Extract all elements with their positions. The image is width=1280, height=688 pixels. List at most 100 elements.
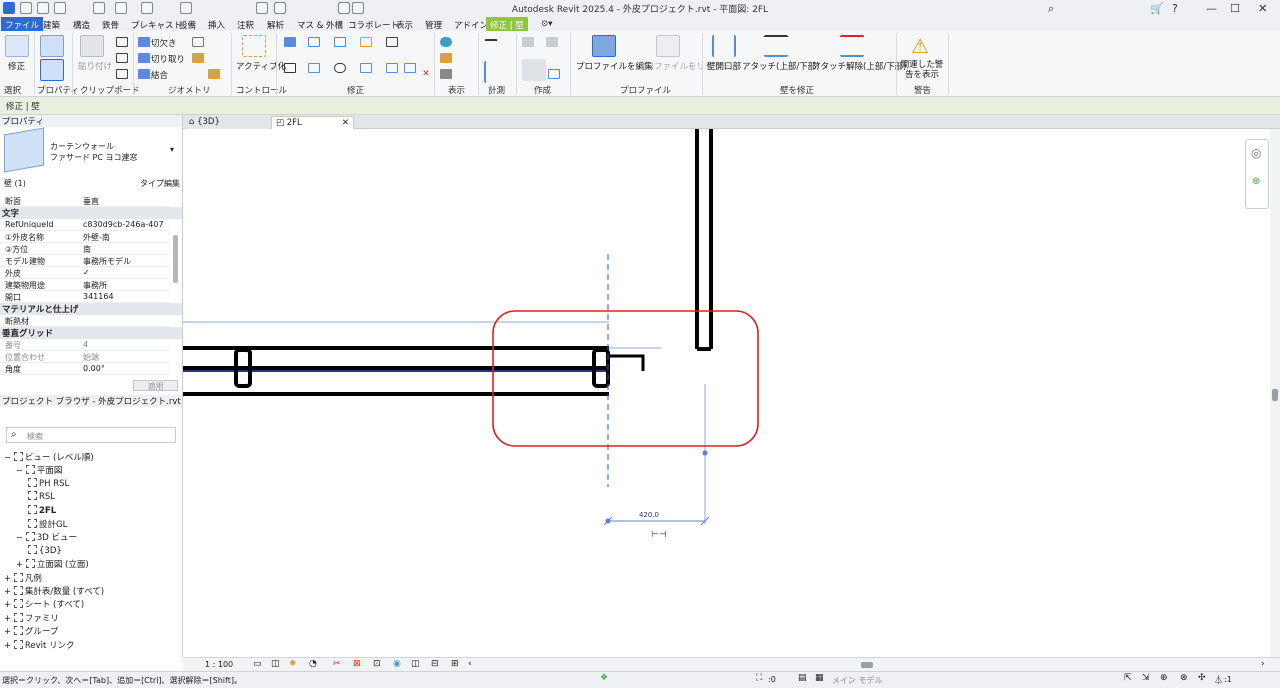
pin-icon[interactable]	[404, 63, 416, 73]
property-row[interactable]: モデル建物 事務所モデル	[0, 255, 170, 267]
expand-icon[interactable]: +	[16, 560, 26, 570]
browser-tree-item[interactable]: + ファミリ	[4, 612, 59, 624]
design-options-icon[interactable]: ▤	[798, 673, 807, 683]
mirror-axis-icon[interactable]	[334, 37, 346, 47]
browser-tree-item[interactable]: + 凡例	[4, 572, 42, 584]
show-warning-label[interactable]: 関連した警告を表示	[899, 60, 945, 80]
detach-label[interactable]: アタッチ解除(上部/下部)	[812, 60, 907, 72]
type-properties-icon[interactable]	[40, 59, 64, 81]
browser-tree-item[interactable]: 設計GL	[28, 518, 67, 530]
linework-icon[interactable]	[440, 69, 452, 79]
tab-3d-view[interactable]: ⌂ {3D}	[185, 116, 270, 129]
property-row[interactable]: 位置合わせ 始端	[0, 351, 170, 363]
property-value[interactable]: 4	[83, 340, 163, 349]
property-row[interactable]: 外皮 ✓	[0, 267, 170, 279]
demolish-icon[interactable]	[208, 69, 220, 79]
property-value[interactable]: 南	[83, 244, 163, 255]
corner-bracket[interactable]	[608, 354, 645, 371]
collapse-icon[interactable]: −	[4, 453, 14, 463]
minimize-button[interactable]: —	[1206, 2, 1217, 15]
detail-level-icon[interactable]: ▭	[253, 659, 262, 669]
detach-icon[interactable]	[840, 35, 864, 57]
cart-icon[interactable]: 🛒	[1150, 2, 1164, 15]
paste-label[interactable]: 貼り付け	[78, 60, 112, 72]
dimension-value[interactable]: 420.0	[639, 511, 659, 519]
wall-join-icon[interactable]	[192, 37, 204, 47]
close-tab-icon[interactable]: ✕	[342, 118, 349, 128]
browser-tree-item[interactable]: + Revit リンク	[4, 639, 75, 651]
apply-button[interactable]: 適用	[133, 380, 178, 391]
property-row[interactable]: 開口 341164	[0, 291, 170, 303]
property-value[interactable]: c830d9cb-246a-407a...	[83, 220, 163, 229]
override-icon[interactable]	[440, 53, 452, 63]
property-row[interactable]: 断熱材	[0, 315, 170, 327]
tab-annotate[interactable]: 注釈	[234, 18, 257, 32]
property-section-header[interactable]: マテリアルと仕上げ	[0, 303, 182, 315]
split-icon[interactable]	[138, 53, 150, 63]
property-row[interactable]: ①外皮名称 外壁-南	[0, 231, 170, 243]
property-value[interactable]: 外壁-南	[83, 232, 163, 243]
create-assembly-icon[interactable]	[522, 37, 534, 47]
activate-icon[interactable]	[242, 35, 266, 57]
property-value[interactable]: 事務所モデル	[83, 256, 163, 267]
scroll-thumb[interactable]	[1272, 389, 1278, 401]
browser-tree-item[interactable]: + 集計表/数量 (すべて)	[4, 585, 104, 597]
offset-icon[interactable]	[308, 37, 320, 47]
dimension-flip-icon[interactable]: ⊢⊣	[651, 530, 667, 540]
ribbon-options-icon[interactable]: ⊙▾	[538, 18, 555, 30]
browser-tree-item[interactable]: − 3D ビュー	[16, 531, 77, 543]
selection-icon[interactable]: ⛶	[756, 673, 762, 683]
select-underlay-icon[interactable]: ⇲	[1142, 673, 1150, 683]
crop-view-icon[interactable]: ✂	[333, 659, 341, 669]
rotate-icon[interactable]	[334, 63, 346, 73]
edit-type-button[interactable]: タイプ編集	[140, 178, 180, 189]
vertical-scrollbar[interactable]	[1270, 129, 1280, 657]
browser-tree-item[interactable]: {3D}	[28, 544, 62, 556]
properties-scrollbar[interactable]	[173, 235, 178, 283]
browser-tree-item[interactable]: + グループ	[4, 625, 58, 637]
property-row[interactable]: 断面 垂直	[0, 195, 170, 207]
property-row[interactable]: 角度 0.00°	[0, 363, 170, 375]
copy-element-icon[interactable]	[308, 63, 320, 73]
select-links-icon[interactable]: ⇱	[1124, 673, 1132, 683]
property-row[interactable]: ②方位 南	[0, 243, 170, 255]
collapse-icon[interactable]: −	[16, 466, 26, 476]
tab-systems[interactable]: 設備	[176, 18, 199, 32]
tab-view[interactable]: 表示	[393, 18, 416, 32]
activate-label[interactable]: アクティブ化	[236, 60, 286, 72]
browser-tree-item[interactable]: − 平面図	[16, 464, 62, 476]
tab-massing[interactable]: マス & 外構	[294, 18, 346, 32]
visual-style-icon[interactable]: ◫	[271, 659, 280, 669]
unlock-3d-icon[interactable]: ⊡	[373, 659, 381, 669]
expand-icon[interactable]: +	[4, 641, 14, 651]
expand-icon[interactable]: +	[4, 600, 14, 610]
property-value[interactable]: ✓	[83, 268, 163, 277]
collapse-icon[interactable]: −	[16, 533, 26, 543]
instance-count[interactable]: 壁 (1)	[4, 178, 26, 189]
horizontal-scroll-thumb[interactable]	[861, 662, 873, 668]
reset-profile-icon[interactable]	[656, 35, 680, 57]
property-value[interactable]: 0.00°	[83, 364, 163, 373]
zoom-icon[interactable]: ⊕	[1252, 176, 1260, 187]
tab-architecture[interactable]: 建築	[40, 18, 63, 32]
wall-opening-icon[interactable]	[712, 35, 736, 57]
split-label[interactable]: 切り取り	[151, 53, 185, 65]
cope-icon[interactable]	[138, 37, 150, 47]
create-parts-icon[interactable]	[546, 37, 558, 47]
attach-icon[interactable]	[764, 35, 788, 57]
property-row[interactable]: RefUniqueId c830d9cb-246a-407a...	[0, 219, 170, 231]
split-element-icon[interactable]	[386, 37, 398, 47]
property-section-header[interactable]: 垂直グリッド	[0, 327, 182, 339]
measure-distance-icon[interactable]	[485, 39, 497, 49]
steering-wheel-icon[interactable]: ◎	[1251, 146, 1261, 160]
align-icon[interactable]	[284, 37, 296, 47]
expand-icon[interactable]: +	[4, 627, 14, 637]
array-icon[interactable]	[386, 63, 398, 73]
similar-icon[interactable]	[548, 69, 560, 79]
tab-modify-wall[interactable]: 修正 | 壁	[486, 17, 528, 31]
property-value[interactable]: 341164	[83, 292, 163, 301]
workset-icon[interactable]: ❖	[600, 673, 608, 683]
scroll-right-icon[interactable]: ›	[1261, 659, 1265, 669]
close-button[interactable]: ✕	[1258, 2, 1267, 15]
select-pinned-icon[interactable]: ⊕	[1160, 673, 1168, 683]
